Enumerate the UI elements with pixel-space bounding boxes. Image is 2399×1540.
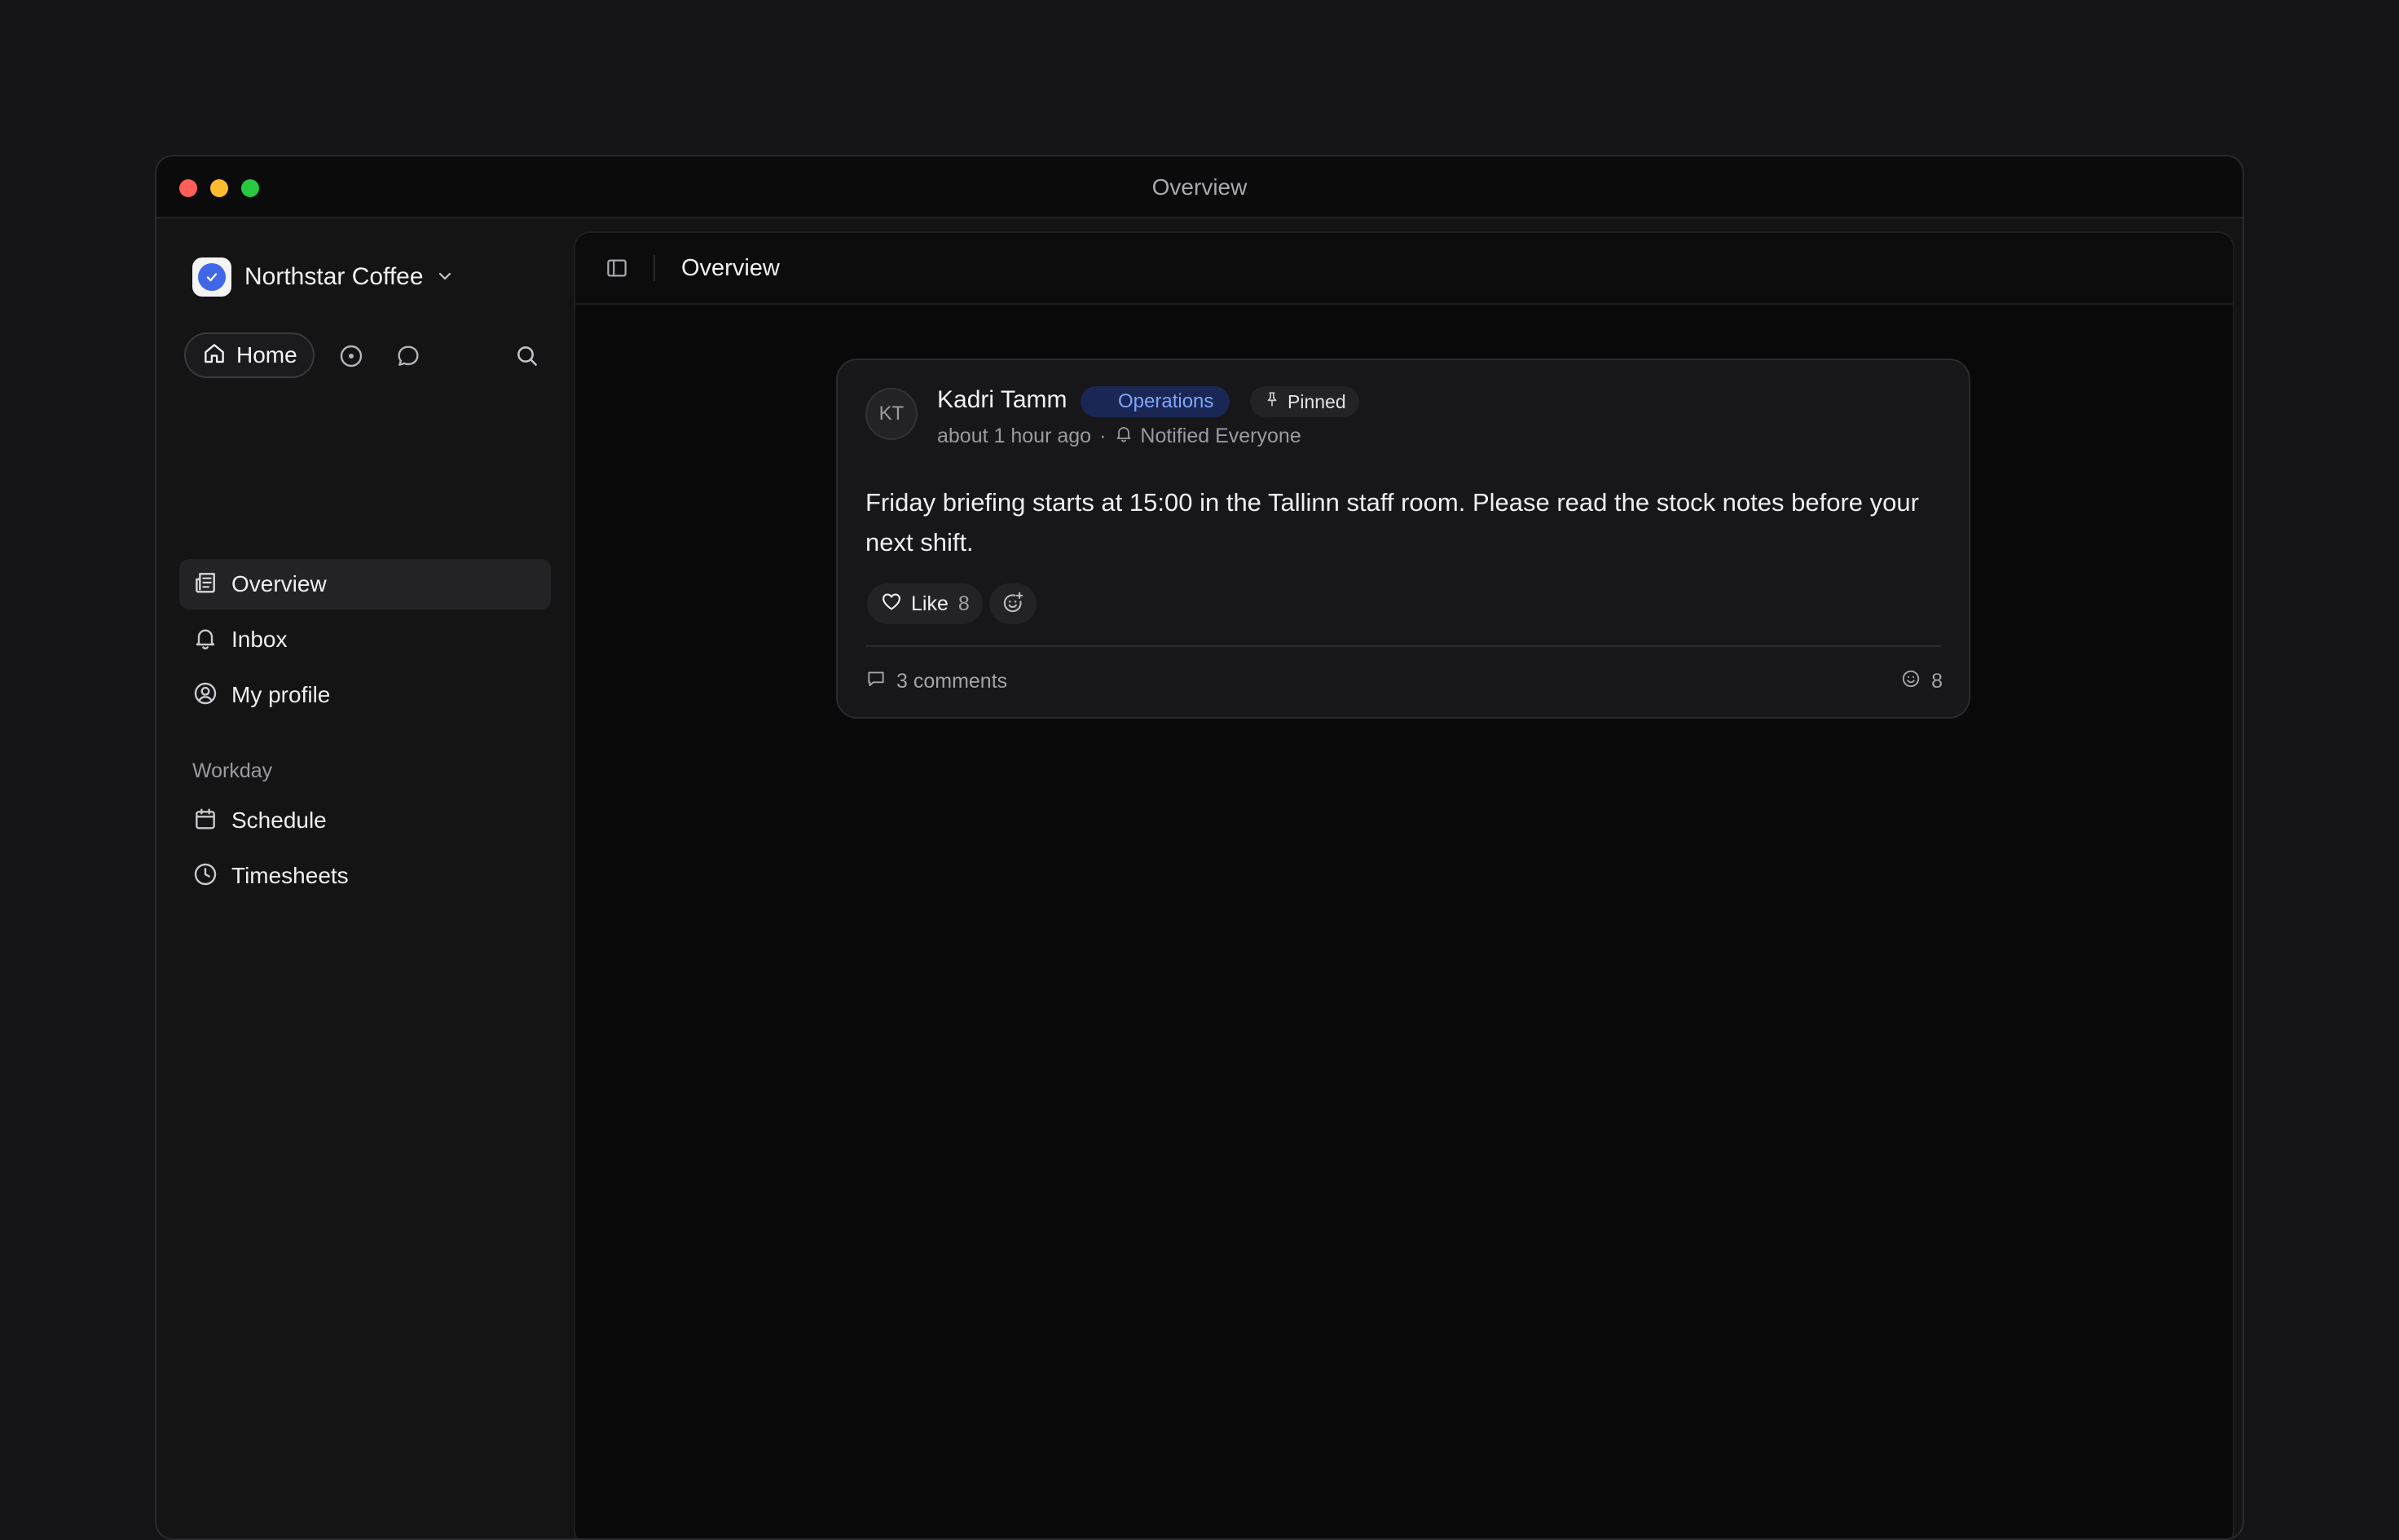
org-switcher[interactable]: Northstar Coffee [192,257,455,297]
post-divider [865,645,1941,647]
pin-icon [1263,390,1281,413]
header-divider [654,255,655,281]
activity-icon[interactable] [337,342,365,370]
post-body: Friday briefing starts at 15:00 in the T… [865,488,1919,557]
title-bar: Overview [156,156,2243,218]
search-icon[interactable] [513,342,541,370]
main-panel: Overview KT Kadri Tamm Operations Pinned… [574,231,2234,1538]
home-label: Home [236,342,297,367]
chevron-down-icon [435,266,455,290]
post-card: KT Kadri Tamm Operations Pinned about 1 … [836,359,1970,719]
sidebar-item-label: Timesheets [231,863,349,888]
user-circle-icon [192,680,218,711]
sidebar-toggle-icon[interactable] [603,254,631,282]
pinned-badge: Pinned [1250,386,1359,417]
sidebar-item-schedule[interactable]: Schedule [179,795,551,846]
sidebar-item-timesheets[interactable]: Timesheets [179,851,551,901]
section-label-workday: Workday [192,759,273,782]
newspaper-icon [192,570,218,600]
heart-icon [880,590,903,618]
post-time: about 1 hour ago [937,425,1092,447]
window-title: Overview [1151,174,1248,200]
sidebar-item-inbox[interactable]: Inbox [179,614,551,665]
chat-icon[interactable] [394,342,422,370]
clock-icon [192,861,218,891]
like-count: 8 [957,592,970,615]
comments-link[interactable]: 3 comments [865,668,1007,695]
team-badge: Operations [1081,386,1230,417]
sidebar-item-label: Schedule [231,807,327,833]
smile-icon [1900,668,1921,695]
reaction-count: 8 [1931,670,1943,693]
home-icon [202,341,227,370]
sidebar: Northstar Coffee Home Overview Inbox My … [156,218,572,1538]
sidebar-item-my-profile[interactable]: My profile [179,670,551,720]
app-window: Overview Northstar Coffee Home Overview … [155,155,2244,1540]
sidebar-item-label: Inbox [231,627,288,652]
pinned-label: Pinned [1288,390,1346,412]
sidebar-item-label: Overview [231,571,327,596]
avatar[interactable]: KT [865,388,918,440]
quick-nav: Home [184,332,548,378]
org-name: Northstar Coffee [244,263,424,290]
meta-separator: · [1099,425,1107,447]
like-label: Like [911,592,949,615]
notified-label: Notified Everyone [1140,425,1301,447]
post-author[interactable]: Kadri Tamm [937,386,1067,414]
sidebar-item-overview[interactable]: Overview [179,559,551,609]
bell-icon [192,625,218,655]
main-header: Overview [575,233,2233,305]
comments-count-label: 3 comments [896,670,1008,693]
page-title: Overview [681,254,780,281]
post-meta: about 1 hour ago · Notified Everyone [937,424,1301,449]
org-logo [192,257,231,297]
calendar-icon [192,806,218,836]
add-reaction-button[interactable] [989,583,1037,624]
emoji-add-icon [1001,590,1025,618]
like-button[interactable]: Like 8 [867,583,983,624]
home-button[interactable]: Home [184,332,315,378]
reaction-summary[interactable]: 8 [1900,668,1943,695]
sidebar-item-label: My profile [231,682,331,707]
comment-icon [865,668,887,695]
bell-icon [1114,424,1133,449]
